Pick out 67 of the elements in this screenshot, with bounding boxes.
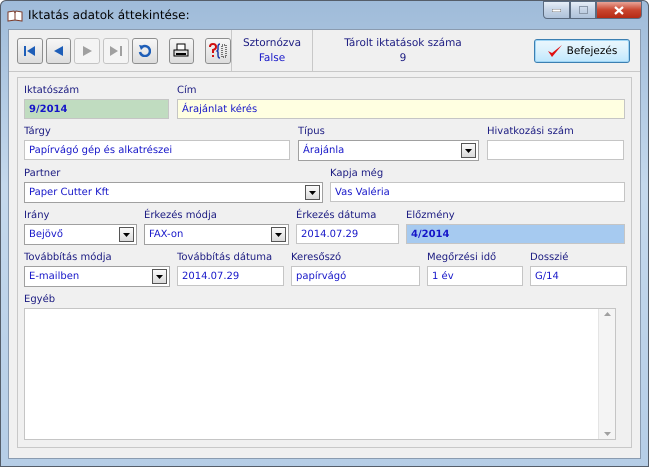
triangle-left-icon — [54, 46, 64, 56]
checkmark-icon — [546, 44, 563, 58]
caret-down-icon — [123, 232, 130, 236]
field-label: Iktatószám — [24, 84, 80, 98]
maximize-icon — [578, 6, 588, 14]
field-label: Megőrzési idő — [427, 251, 498, 265]
input-field[interactable]: Vas Valéria — [330, 182, 625, 202]
field-label: Keresőszó — [291, 251, 342, 265]
field-label: Érkezés dátuma — [296, 209, 378, 223]
status-value: 9 — [400, 50, 406, 66]
field-label: Tárgy — [24, 125, 52, 139]
status-label: Sztornózva — [242, 36, 302, 50]
field-label: Egyéb — [24, 293, 56, 307]
book-icon — [7, 10, 23, 22]
field-label: Partner — [24, 167, 62, 181]
status-label: Tárolt iktatások száma — [344, 36, 462, 50]
input-field[interactable] — [487, 140, 624, 160]
field-label: Kapja még — [330, 167, 384, 181]
printer-icon — [173, 42, 190, 58]
window-title: Iktatás adatok áttekintése: — [28, 8, 191, 22]
dropdown-value: Paper Cutter Kft — [29, 187, 110, 198]
triangle-right-icon — [82, 46, 92, 56]
close-button[interactable] — [596, 1, 642, 19]
minimize-button[interactable] — [543, 1, 570, 19]
nav-button[interactable] — [168, 38, 194, 64]
caret-down-icon — [465, 148, 472, 152]
input-field[interactable]: 4/2014 — [406, 224, 625, 244]
input-field[interactable]: papírvágó — [291, 266, 420, 286]
field-label: Irány — [24, 209, 50, 223]
nav-button[interactable] — [205, 38, 232, 64]
field-label: Típus — [298, 125, 326, 139]
skip-start-icon — [24, 46, 36, 56]
dropdown-field[interactable]: Árajánla — [298, 140, 479, 161]
dropdown-value: E-mailben — [29, 271, 80, 282]
refresh-icon — [138, 44, 152, 57]
status-value: False — [258, 50, 286, 66]
dropdown-value: Árajánla — [303, 145, 346, 156]
field-label: Továbbítás dátuma — [177, 251, 274, 265]
field-label: Dosszié — [530, 251, 570, 265]
field-label: Előzmény — [406, 209, 456, 223]
input-field[interactable]: 2014.07.29 — [296, 224, 399, 244]
close-icon — [614, 6, 624, 14]
dropdown-value: Bejövő — [29, 229, 64, 240]
field-label: Továbbítás módja — [24, 251, 113, 265]
caret-down-icon — [156, 274, 163, 278]
input-field[interactable]: 2014.07.29 — [177, 266, 284, 286]
finish-button[interactable]: Befejezés — [534, 38, 630, 62]
skip-end-icon — [110, 46, 122, 56]
field-label: Érkezés módja — [144, 209, 218, 223]
query-icon — [209, 42, 228, 58]
field-label: Hivatkozási szám — [487, 125, 575, 139]
input-field[interactable]: G/14 — [530, 266, 627, 286]
field-label: Cím — [177, 84, 198, 98]
dropdown-field[interactable]: E-mailben — [24, 266, 170, 287]
caret-down-icon — [309, 190, 316, 194]
notes-field[interactable] — [24, 308, 616, 440]
minimize-icon — [552, 8, 561, 12]
input-field[interactable]: 1 év — [427, 266, 523, 286]
input-field[interactable]: Papírvágó gép és alkatrészei — [24, 140, 290, 160]
caret-down-icon — [275, 232, 282, 236]
dropdown-value: FAX-on — [149, 229, 184, 240]
dropdown-field[interactable]: Paper Cutter Kft — [24, 182, 323, 203]
dropdown-field[interactable]: FAX-on — [144, 224, 289, 245]
input-field[interactable]: Árajánlat kérés — [177, 99, 625, 119]
dropdown-field[interactable]: Bejövő — [24, 224, 137, 245]
maximize-button[interactable] — [570, 1, 596, 19]
input-field[interactable]: 9/2014 — [24, 99, 169, 119]
